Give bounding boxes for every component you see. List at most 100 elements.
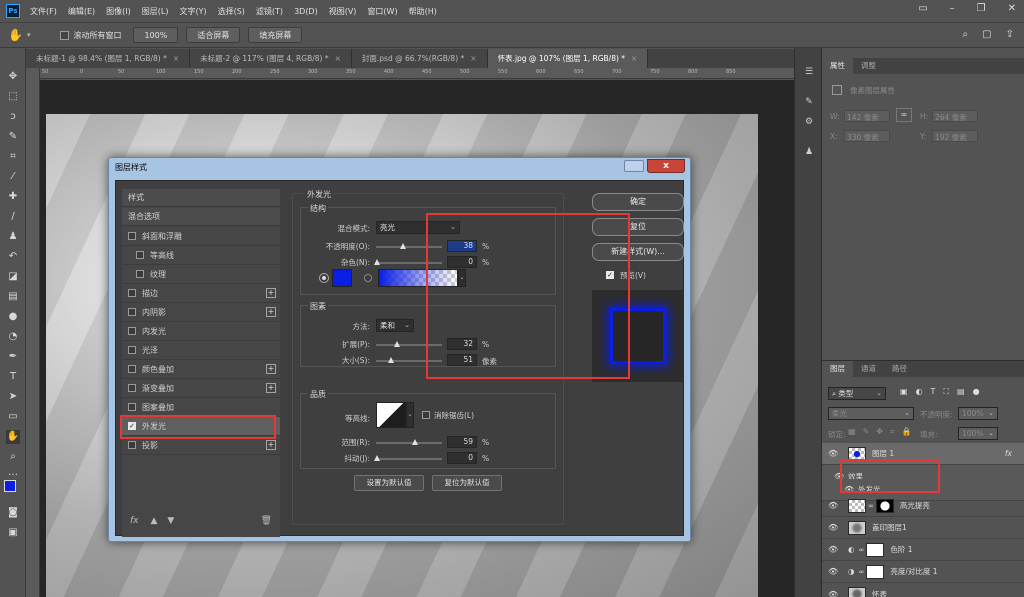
menu-edit[interactable]: 编辑(E) xyxy=(68,6,95,17)
layer-opacity-input[interactable]: 100% ⌄ xyxy=(958,407,998,420)
gradient-tool-icon[interactable]: ▤ xyxy=(6,290,20,304)
brush-tool-icon[interactable]: ∕ xyxy=(6,210,20,224)
tab-untitled-2[interactable]: 未标题-2 @ 117% (图层 4, RGB/8) * × xyxy=(190,49,352,68)
workspace-layout-icon[interactable]: ▢ xyxy=(982,29,991,40)
style-checkbox[interactable] xyxy=(136,270,144,278)
lock-position-icon[interactable]: ✥ xyxy=(876,427,883,437)
dodge-tool-icon[interactable]: ◔ xyxy=(6,330,20,344)
tab-layers[interactable]: 图层 xyxy=(822,361,853,377)
technique-select[interactable]: 柔和 ⌄ xyxy=(376,319,414,332)
tab-channels[interactable]: 通道 xyxy=(853,361,884,377)
slider-thumb[interactable] xyxy=(374,455,380,461)
eyedropper-tool-icon[interactable]: ⁄ xyxy=(6,170,20,184)
style-item-color-overlay[interactable]: 颜色叠加 + xyxy=(122,360,280,379)
clone-source-icon[interactable]: ♟ xyxy=(803,146,815,158)
visibility-eye-icon[interactable]: 👁 xyxy=(828,545,842,554)
close-tab-icon[interactable]: × xyxy=(470,54,476,63)
solid-color-radio[interactable] xyxy=(319,273,329,283)
brush-panel-icon[interactable]: ✎ xyxy=(803,96,815,108)
move-up-icon[interactable]: ▲ xyxy=(151,516,158,526)
quick-mask-icon[interactable]: ◙ xyxy=(6,506,20,520)
layer-kind-filter[interactable]: ⌕ 类型 ⌄ xyxy=(828,387,886,400)
workspace-icon[interactable]: ▭ xyxy=(918,3,927,14)
style-checkbox[interactable] xyxy=(128,308,136,316)
dialog-close-button[interactable]: x xyxy=(647,159,685,173)
lasso-tool-icon[interactable]: ↄ xyxy=(6,110,20,124)
more-tools-icon[interactable]: … xyxy=(6,466,20,480)
slider-thumb[interactable] xyxy=(400,243,406,249)
range-input[interactable]: 59 xyxy=(447,436,477,448)
visibility-eye-icon[interactable]: 👁 xyxy=(828,590,842,597)
contour-dropdown[interactable]: ⌄ xyxy=(406,402,414,428)
lock-transparent-icon[interactable]: ▦ xyxy=(848,427,856,437)
stamp-tool-icon[interactable]: ♟ xyxy=(6,230,20,244)
healing-tool-icon[interactable]: ✚ xyxy=(6,190,20,204)
style-checkbox[interactable] xyxy=(128,289,136,297)
type-filter-icon[interactable]: T xyxy=(931,387,936,397)
layer-row-watch[interactable]: 👁 怀表 xyxy=(822,583,1024,597)
tab-paths[interactable]: 路径 xyxy=(884,361,915,377)
layer-row-brightness[interactable]: 👁 ◑ ∞ 亮度/对比度 1 xyxy=(822,561,1024,583)
pixel-filter-icon[interactable]: ▣ xyxy=(900,387,908,397)
close-tab-icon[interactable]: × xyxy=(335,54,341,63)
type-tool-icon[interactable]: T xyxy=(6,370,20,384)
tab-properties[interactable]: 属性 xyxy=(822,58,853,74)
brush-settings-icon[interactable]: ⚙ xyxy=(803,116,815,128)
visibility-eye-icon[interactable]: 👁 xyxy=(828,449,842,458)
gradient-radio[interactable] xyxy=(364,274,372,282)
hand-tool-icon[interactable]: ✋ xyxy=(6,430,20,444)
lock-pixels-icon[interactable]: ✎ xyxy=(863,427,870,437)
layer-row-stamp[interactable]: 👁 盖印图层1 xyxy=(822,517,1024,539)
slider-thumb[interactable] xyxy=(388,357,394,363)
style-item-stroke[interactable]: 描边 + xyxy=(122,284,280,303)
visibility-eye-icon[interactable]: 👁 xyxy=(828,567,842,576)
history-brush-icon[interactable]: ↶ xyxy=(6,250,20,264)
layer-row-highlight[interactable]: 👁 ∞ 高光提亮 xyxy=(822,495,1024,517)
menu-3d[interactable]: 3D(D) xyxy=(294,7,318,16)
blur-tool-icon[interactable]: ● xyxy=(6,310,20,324)
minimize-icon[interactable]: – xyxy=(950,3,955,14)
style-item-satin[interactable]: 光泽 xyxy=(122,341,280,360)
style-checkbox[interactable] xyxy=(128,403,136,411)
style-checkbox[interactable] xyxy=(136,251,144,259)
move-down-icon[interactable]: ▼ xyxy=(167,516,174,526)
eraser-tool-icon[interactable]: ◪ xyxy=(6,270,20,284)
set-as-default-button[interactable]: 设置为默认值 xyxy=(354,475,424,491)
smart-object-filter-icon[interactable]: ▤ xyxy=(957,387,965,397)
hand-tool-icon[interactable]: ✋ xyxy=(8,28,23,42)
add-effect-icon[interactable]: + xyxy=(266,288,276,298)
style-checkbox[interactable] xyxy=(128,346,136,354)
path-select-tool-icon[interactable]: ➤ xyxy=(6,390,20,404)
dialog-minimize-button[interactable] xyxy=(624,160,644,172)
style-checkbox[interactable] xyxy=(128,365,136,373)
style-checkbox[interactable] xyxy=(128,327,136,335)
screen-mode-icon[interactable]: ▣ xyxy=(6,526,20,540)
search-icon[interactable]: ⌕ xyxy=(963,29,969,40)
add-effect-icon[interactable]: + xyxy=(266,364,276,374)
style-checkbox[interactable] xyxy=(128,441,136,449)
share-icon[interactable]: ⇪ xyxy=(1006,29,1014,40)
add-effect-icon[interactable]: + xyxy=(266,383,276,393)
crop-tool-icon[interactable]: ⌗ xyxy=(6,150,20,164)
fill-input[interactable]: 100% ⌄ xyxy=(958,427,998,440)
add-effect-icon[interactable]: + xyxy=(266,440,276,450)
style-checkbox[interactable] xyxy=(128,232,136,240)
close-tab-icon[interactable]: × xyxy=(631,54,637,63)
lock-artboard-icon[interactable]: ⌗ xyxy=(890,427,895,437)
blending-options-item[interactable]: 混合选项 xyxy=(122,208,280,226)
add-effect-icon[interactable]: + xyxy=(266,307,276,317)
restore-icon[interactable]: ❐ xyxy=(977,3,986,14)
lock-all-icon[interactable]: 🔒 xyxy=(901,427,911,437)
fx-icon[interactable]: fx xyxy=(130,516,139,526)
close-tab-icon[interactable]: × xyxy=(173,54,179,63)
move-tool-icon[interactable]: ✥ xyxy=(6,70,20,84)
zoom-tool-icon[interactable]: ⌕ xyxy=(6,450,20,464)
styles-header[interactable]: 样式 xyxy=(122,189,280,207)
visibility-eye-icon[interactable]: 👁 xyxy=(828,523,842,532)
ok-button[interactable]: 确定 xyxy=(592,193,684,211)
contour-picker[interactable] xyxy=(376,402,406,428)
style-item-bevel-emboss[interactable]: 斜面和浮雕 xyxy=(122,227,280,246)
menu-type[interactable]: 文字(Y) xyxy=(179,6,206,17)
menu-help[interactable]: 帮助(H) xyxy=(409,6,437,17)
style-item-inner-shadow[interactable]: 内阴影 + xyxy=(122,303,280,322)
